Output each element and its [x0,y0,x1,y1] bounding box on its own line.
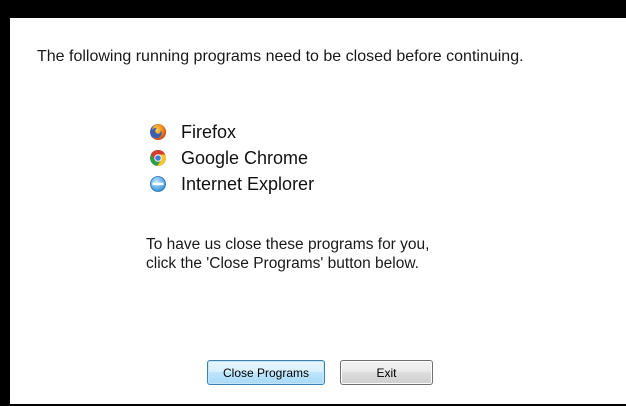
running-programs-list: Firefox Google Chrome Internet Explorer [149,119,314,197]
firefox-icon [150,123,167,140]
program-label-firefox: Firefox [181,121,237,142]
program-item-internet-explorer: Internet Explorer [149,171,314,197]
program-label-chrome: Google Chrome [181,147,309,168]
instructions-line-2: click the 'Close Programs' button below. [146,255,419,272]
chrome-icon [150,150,167,167]
internet-explorer-icon [150,176,166,192]
program-item-firefox: Firefox [149,119,314,145]
close-programs-button[interactable]: Close Programs [207,360,325,385]
dialog-message: The following running programs need to b… [37,48,524,65]
instructions-text: To have us close these programs for you,… [146,235,429,273]
program-item-chrome: Google Chrome [149,145,314,171]
close-programs-dialog: The following running programs need to b… [10,18,626,404]
exit-button[interactable]: Exit [340,360,433,385]
instructions-line-1: To have us close these programs for you, [146,236,430,253]
program-label-internet-explorer: Internet Explorer [181,173,315,194]
